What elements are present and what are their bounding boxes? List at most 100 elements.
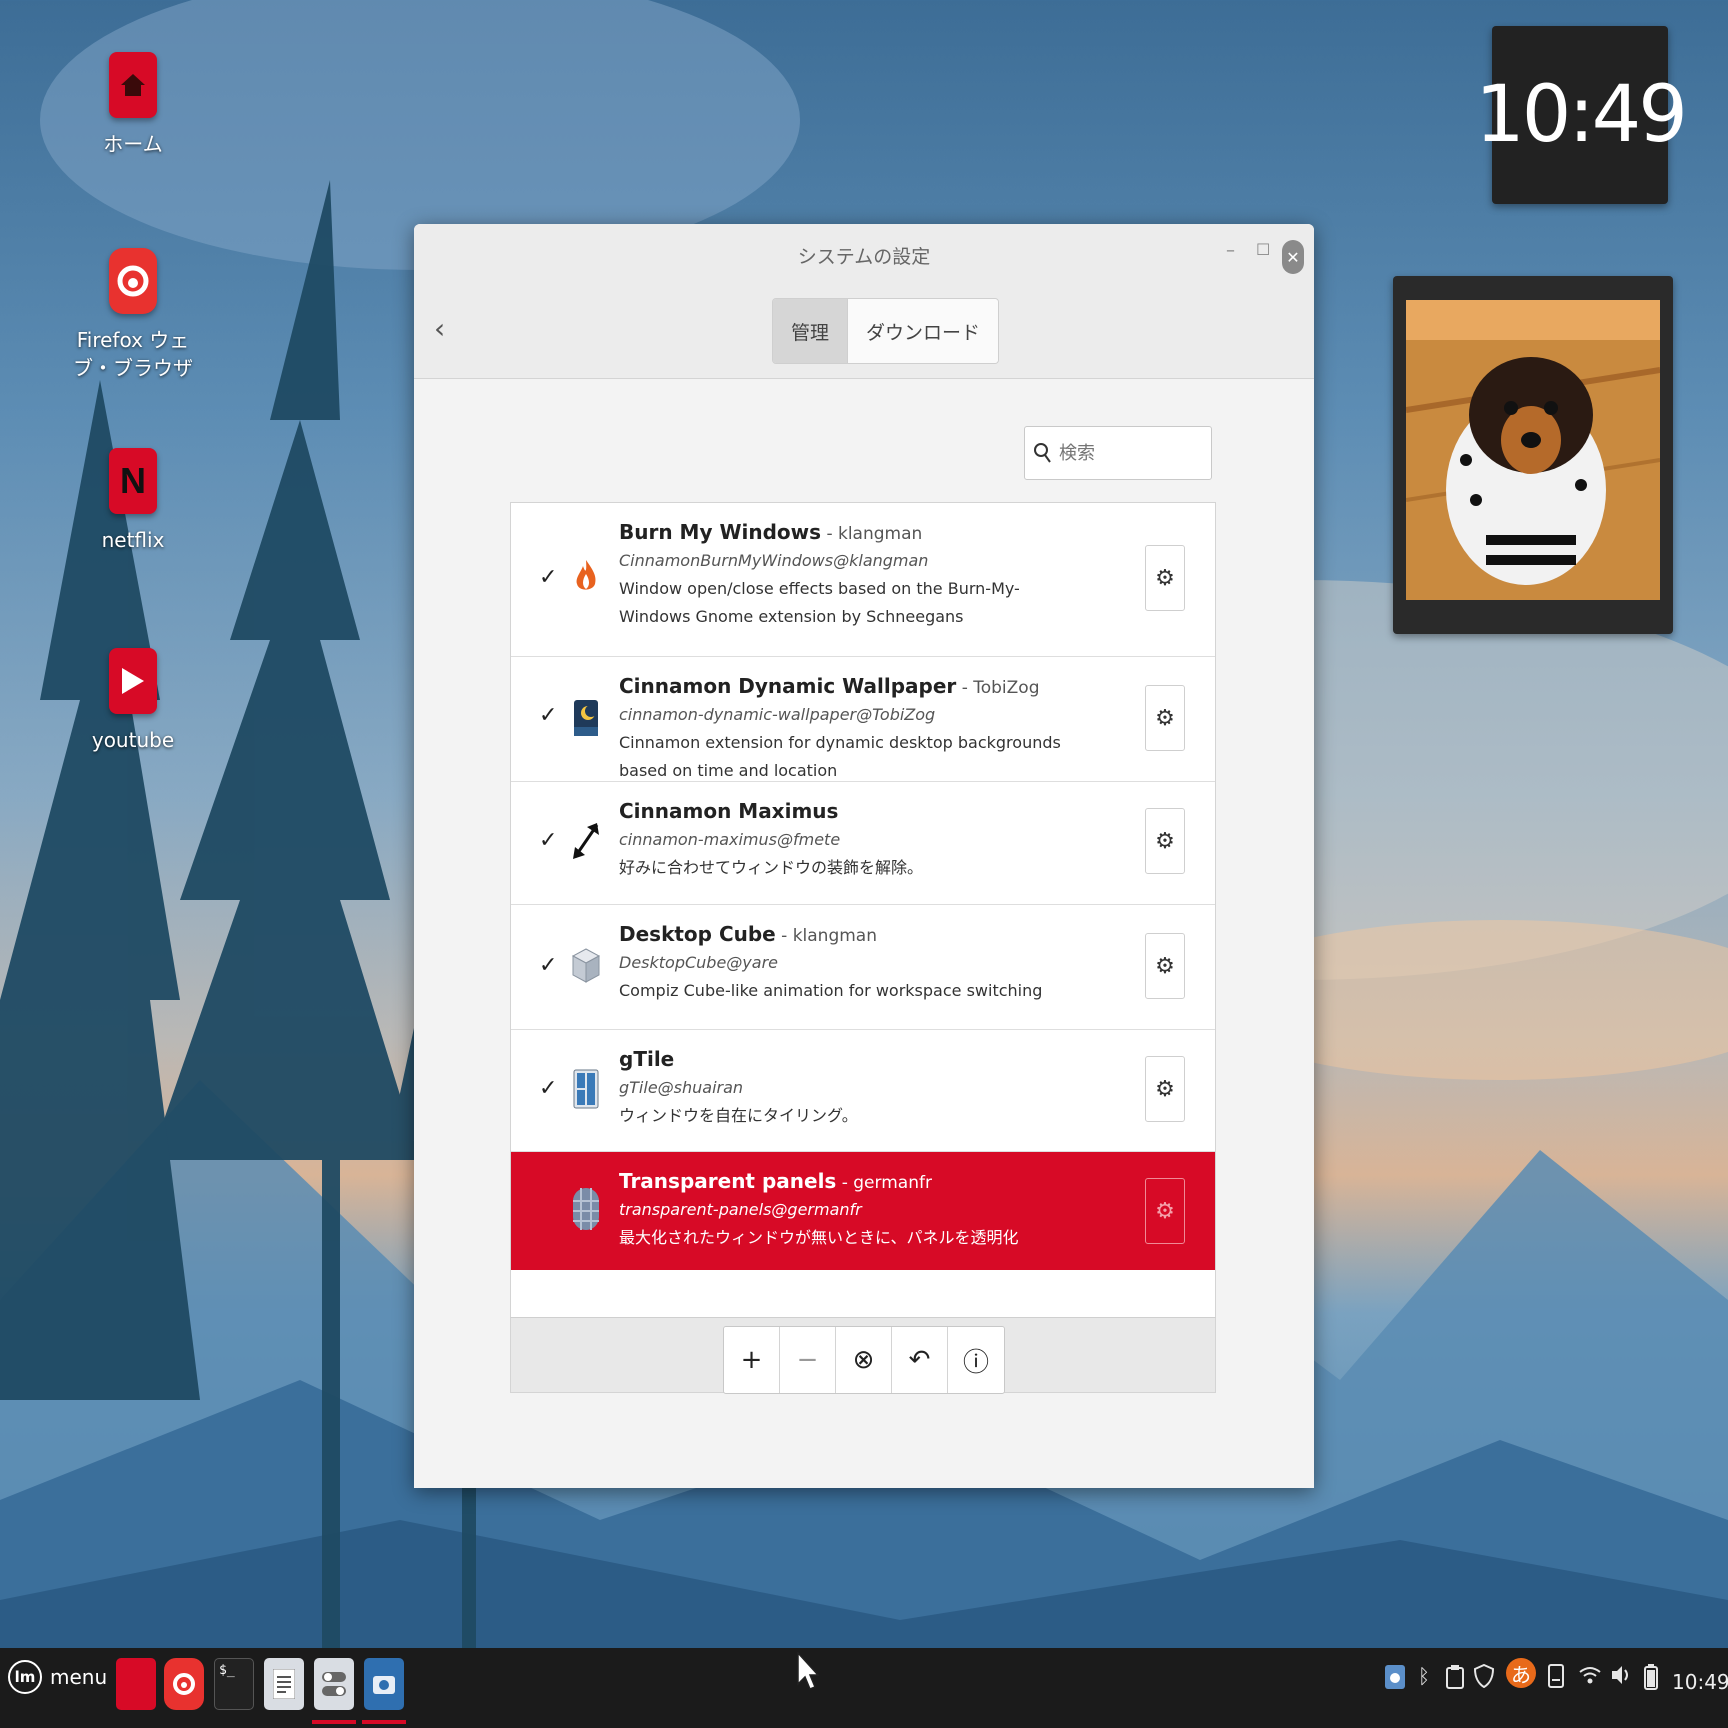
desktop-icon-netflix[interactable]: N netflix: [58, 448, 208, 554]
extension-row-desktop-cube[interactable]: ✓ Desktop Cube - klangman DesktopCube@ya…: [511, 905, 1215, 1030]
dog-photo: [1406, 300, 1660, 600]
desktop-icon-label: ホーム: [103, 132, 163, 156]
wifi-icon[interactable]: [1578, 1664, 1602, 1692]
plus-icon: +: [740, 1345, 763, 1375]
info-button[interactable]: ⓘ: [948, 1327, 1004, 1393]
extension-row-gtile[interactable]: ✓ gTile gTile@shuairan ウィンドウを自在にタイリング。 ⚙: [511, 1030, 1215, 1152]
text-editor-icon: [273, 1669, 295, 1699]
shield-icon[interactable]: [1473, 1663, 1495, 1694]
window-titlebar: システムの設定 – ☐ ✕ ‹ 管理 ダウンロード: [414, 224, 1314, 379]
extension-uuid: cinnamon-maximus@fmete: [619, 830, 841, 849]
extension-description: Window open/close effects based on the B…: [619, 579, 1020, 626]
screenshot-tray-icon[interactable]: [1384, 1664, 1406, 1696]
window-title: システムの設定: [797, 246, 931, 268]
gear-icon: ⚙: [1155, 565, 1175, 591]
desktop-icon-label: Firefox ウェブ・ブラウザ: [73, 328, 193, 380]
panel-clock[interactable]: 10:49: [1672, 1670, 1728, 1694]
wallpaper-moon-icon: [571, 699, 601, 737]
clock-desklet: 10:49: [1475, 26, 1688, 204]
search-field[interactable]: [1024, 426, 1212, 480]
extension-uuid: CinnamonBurnMyWindows@klangman: [619, 551, 929, 570]
menu-button[interactable]: lm menu: [8, 1660, 107, 1694]
taskbar: lm menu $_ ᛒ あ 10:49: [0, 1648, 1728, 1728]
maximize-button[interactable]: ☐: [1256, 240, 1270, 259]
toolbar-button-group: + − ⊗ ↶ ⓘ: [723, 1326, 1005, 1394]
info-icon: ⓘ: [962, 1347, 989, 1378]
enabled-check-icon: ✓: [539, 703, 558, 728]
text-editor-launcher[interactable]: [264, 1658, 304, 1710]
configure-button[interactable]: ⚙: [1145, 545, 1185, 611]
search-input[interactable]: [1059, 442, 1199, 464]
remove-button[interactable]: −: [780, 1327, 836, 1393]
battery-icon[interactable]: [1644, 1664, 1658, 1696]
list-toolbar: + − ⊗ ↶ ⓘ: [510, 1317, 1216, 1394]
clipboard-icon[interactable]: [1446, 1664, 1464, 1696]
gear-icon: ⚙: [1155, 1076, 1175, 1102]
extension-author: - klangman: [775, 926, 877, 946]
extension-row-dynamic-wallpaper[interactable]: ✓ Cinnamon Dynamic Wallpaper - TobiZog c…: [511, 657, 1215, 782]
storage-icon[interactable]: [1548, 1664, 1564, 1694]
extension-name: Cinnamon Dynamic Wallpaper: [619, 674, 957, 698]
extension-author: - TobiZog: [956, 678, 1040, 698]
extension-row-maximus[interactable]: ✓ Cinnamon Maximus cinnamon-maximus@fmet…: [511, 782, 1215, 905]
configure-button[interactable]: ⚙: [1145, 685, 1185, 751]
add-button[interactable]: +: [724, 1327, 780, 1393]
bluetooth-icon[interactable]: ᛒ: [1418, 1664, 1430, 1688]
firefox-icon: [109, 248, 157, 314]
extension-row-burn-my-windows[interactable]: ✓ Burn My Windows - klangman CinnamonBur…: [511, 503, 1215, 657]
close-circle-icon: ⊗: [852, 1345, 875, 1375]
desktop-icon-youtube[interactable]: youtube: [58, 648, 208, 754]
transparent-panel-icon: [571, 1188, 601, 1230]
extension-name: Desktop Cube: [619, 922, 776, 946]
configure-button[interactable]: ⚙: [1145, 1056, 1185, 1122]
screenshot-launcher[interactable]: [364, 1658, 404, 1710]
minimize-button[interactable]: –: [1226, 240, 1235, 261]
enabled-check-icon: ✓: [539, 1076, 558, 1101]
tab-download[interactable]: ダウンロード: [848, 299, 999, 363]
settings-launcher[interactable]: [314, 1658, 354, 1710]
active-window-indicator: [312, 1720, 356, 1724]
gear-icon: ⚙: [1155, 1198, 1175, 1224]
extension-uuid: cinnamon-dynamic-wallpaper@TobiZog: [619, 705, 936, 724]
configure-button[interactable]: ⚙: [1145, 933, 1185, 999]
files-launcher[interactable]: [116, 1658, 156, 1710]
volume-icon[interactable]: [1610, 1664, 1634, 1692]
chevron-left-icon: ‹: [434, 312, 446, 345]
extension-name: Burn My Windows: [619, 520, 822, 544]
extensions-list: ✓ Burn My Windows - klangman CinnamonBur…: [510, 502, 1216, 1322]
extension-author: - klangman: [821, 524, 923, 544]
desktop-icon-label: youtube: [91, 728, 175, 752]
clear-button[interactable]: ⊗: [836, 1327, 892, 1393]
youtube-icon: [109, 648, 157, 714]
menu-label: menu: [50, 1665, 108, 1689]
extension-name: Cinnamon Maximus: [619, 799, 839, 823]
extensions-settings-window: システムの設定 – ☐ ✕ ‹ 管理 ダウンロード ✓ Burn My Wind…: [414, 224, 1314, 1488]
extension-row-transparent-panels[interactable]: Transparent panels - germanfr transparen…: [511, 1152, 1215, 1270]
desktop-icon-home[interactable]: ホーム: [58, 52, 208, 158]
gear-icon: ⚙: [1155, 705, 1175, 731]
tab-switcher: 管理 ダウンロード: [772, 298, 1000, 364]
desktop-icon-firefox[interactable]: Firefox ウェブ・ブラウザ: [58, 248, 208, 382]
undo-button[interactable]: ↶: [892, 1327, 948, 1393]
firefox-icon: [173, 1673, 195, 1695]
terminal-launcher[interactable]: $_: [214, 1658, 254, 1710]
cube-icon: [571, 947, 601, 985]
mouse-cursor-icon: [797, 1652, 819, 1690]
tab-manage[interactable]: 管理: [773, 299, 849, 363]
home-folder-icon: [109, 52, 157, 118]
extension-uuid: gTile@shuairan: [619, 1078, 744, 1097]
toggles-icon: [322, 1672, 346, 1696]
extension-description: ウィンドウを自在にタイリング。: [619, 1106, 858, 1125]
configure-button[interactable]: ⚙: [1145, 808, 1185, 874]
firefox-launcher[interactable]: [164, 1658, 204, 1710]
flame-icon: [571, 557, 601, 595]
configure-button[interactable]: ⚙: [1145, 1178, 1185, 1244]
input-method-icon[interactable]: あ: [1506, 1658, 1536, 1688]
extension-uuid: DesktopCube@yare: [619, 953, 778, 972]
extension-author: - germanfr: [836, 1173, 932, 1193]
minus-icon: −: [796, 1345, 819, 1375]
close-button[interactable]: ✕: [1282, 240, 1304, 274]
extension-uuid: transparent-panels@germanfr: [619, 1200, 862, 1219]
extension-name: gTile: [619, 1047, 675, 1071]
back-button[interactable]: ‹: [434, 312, 445, 345]
